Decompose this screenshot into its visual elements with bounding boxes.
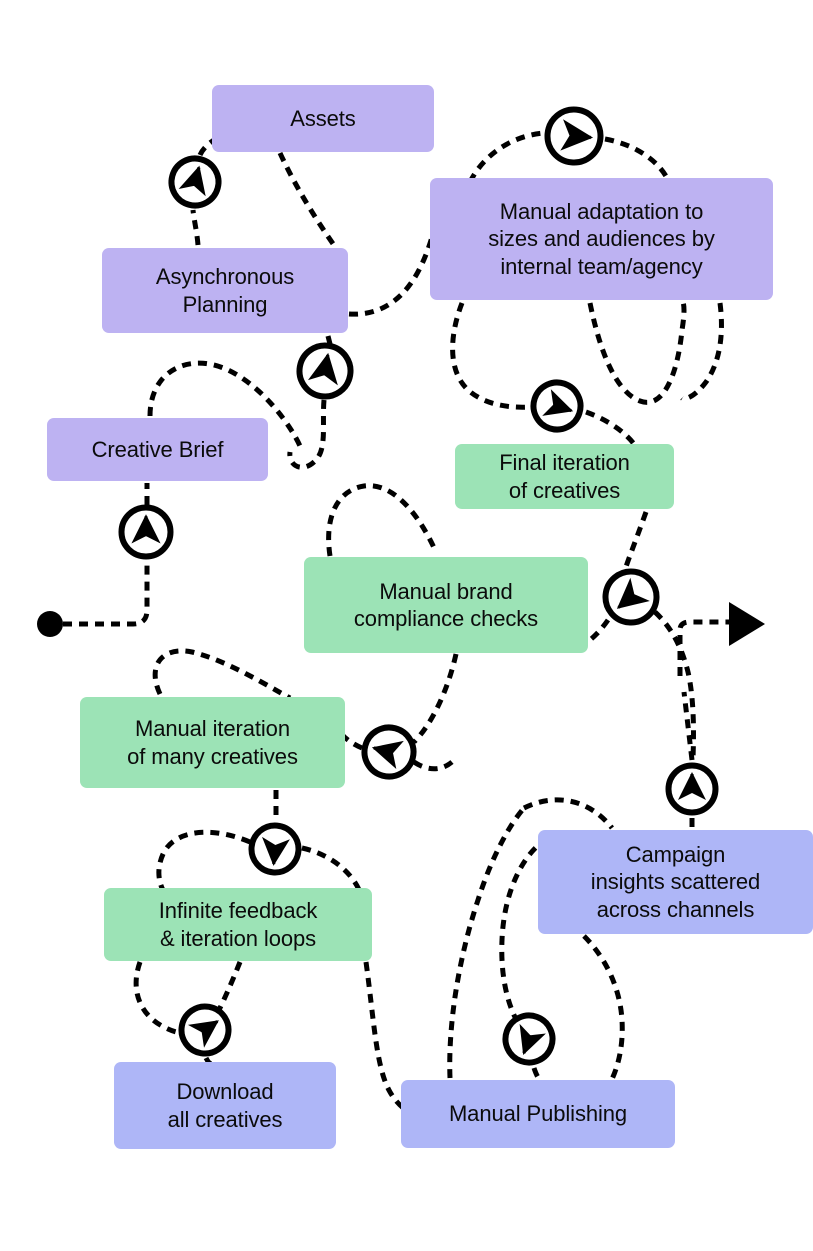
node-label: Asynchronous Planning — [155, 264, 295, 317]
cursor-arrow-icon — [307, 352, 338, 386]
start-to-creative-brief — [63, 560, 150, 627]
marker-ring — [502, 1012, 556, 1066]
assets-to-async — [277, 151, 339, 250]
cursor-arrow-tail — [322, 354, 330, 376]
cursor-arrow-tail — [192, 167, 201, 187]
node-label: Creative Brief — [91, 436, 224, 462]
node-label: Assets — [290, 105, 356, 131]
cursor-arrow-icon — [560, 119, 594, 151]
node-creative-brief[interactable]: Creative Brief — [47, 418, 268, 481]
feedback-left-down-loop — [133, 961, 193, 1036]
node-label: Download all creatives — [167, 1079, 283, 1132]
marker8-up-to-m6 — [681, 691, 695, 761]
adaptation-down-left — [450, 302, 531, 410]
marker-ring — [602, 568, 660, 626]
marker-ring — [665, 762, 719, 816]
cursor-arrow-icon — [187, 1020, 219, 1048]
cursor-arrow-icon — [131, 514, 161, 544]
adaptation-top-right-curve — [604, 136, 671, 182]
node-asynchronous-planning[interactable]: Asynchronous Planning — [102, 248, 348, 333]
cursor-arrow-icon — [371, 740, 404, 770]
flow-marker-to-assets — [168, 155, 222, 209]
diagram-canvas: Assets Manual adaptation to sizes and aud… — [0, 0, 813, 1251]
marker-ring — [178, 1003, 232, 1057]
exit-arrow-line — [677, 619, 745, 676]
flow-marker-to-manual-publishing — [502, 1012, 556, 1066]
flow-marker-to-manual-iteration — [361, 724, 417, 780]
node-manual-adaptation[interactable]: Manual adaptation to sizes and audiences… — [430, 178, 773, 300]
marker4-to-final — [585, 409, 636, 446]
node-label: Infinite feedback & iteration loops — [158, 898, 318, 951]
flow-marker-to-manual-adaptation — [544, 106, 604, 166]
node-final-iteration[interactable]: Final iteration of creatives — [455, 444, 674, 509]
node-label: Final iteration of creatives — [499, 450, 630, 503]
flow-marker-to-final-iteration — [530, 379, 584, 433]
flow-marker-to-infinite-feedback — [248, 822, 302, 876]
manual-iteration-left-loop — [152, 648, 292, 701]
cursor-arrow-tail — [272, 844, 277, 865]
node-label: Manual Publishing — [448, 1101, 628, 1127]
flow-marker-to-download — [178, 1003, 232, 1057]
cursor-arrow-icon — [519, 1023, 546, 1055]
cursor-arrow-tail — [552, 403, 572, 413]
cursor-arrow-tail — [617, 592, 636, 609]
start-dot — [37, 611, 63, 637]
marker-ring — [296, 342, 354, 400]
cursor-arrow-icon — [542, 389, 574, 416]
async-right-to-adaptation — [348, 195, 443, 317]
flow-marker-from-final-iteration — [602, 568, 660, 626]
feedback-right-down — [215, 961, 243, 1014]
publishing-left-up-arc — [447, 806, 526, 1079]
node-download-all-creatives[interactable]: Download all creatives — [114, 1062, 336, 1149]
adaptation-mid-loop — [587, 301, 687, 405]
end-arrowhead — [729, 602, 765, 646]
final-to-marker6 — [622, 511, 649, 571]
cursor-arrow-tail — [569, 134, 591, 140]
brand-to-marker7 — [412, 653, 459, 744]
node-manual-brand-compliance[interactable]: Manual brand compliance checks — [304, 557, 588, 653]
adaptation-top-left-curve — [467, 130, 545, 184]
marker6-to-right-exit — [653, 610, 696, 759]
node-label: Manual adaptation to sizes and audiences… — [488, 198, 715, 279]
marker-ring — [544, 106, 604, 166]
cursor-arrow-tail — [373, 746, 394, 755]
marker-ring — [248, 822, 302, 876]
node-label: Manual iteration of many creatives — [127, 716, 298, 769]
node-manual-iteration[interactable]: Manual iteration of many creatives — [80, 697, 345, 788]
marker-ring — [168, 155, 222, 209]
flow-marker-to-creative-brief — [118, 504, 174, 560]
marker-ring — [361, 724, 417, 780]
marker7-right-tail — [412, 759, 454, 772]
async-to-marker3 — [325, 335, 333, 345]
campaign-insights-down-right-arc — [582, 934, 625, 1092]
cursor-arrow-icon — [178, 165, 206, 197]
cursor-arrow-tail — [200, 1020, 219, 1034]
adaptation-right-down-loop — [680, 302, 724, 402]
node-manual-publishing[interactable]: Manual Publishing — [401, 1080, 675, 1148]
node-infinite-feedback[interactable]: Infinite feedback & iteration loops — [104, 888, 372, 961]
cursor-arrow-icon — [262, 836, 290, 866]
flow-marker-to-asynchronous-planning — [296, 342, 354, 400]
marker11-to-publishing — [531, 1067, 542, 1082]
marker9-right-loop — [301, 845, 363, 894]
publishing-top-arc — [522, 797, 614, 830]
flow-marker-to-campaign-insights — [665, 762, 719, 816]
node-label: Manual brand compliance checks — [353, 578, 539, 632]
marker3-down-loop — [287, 399, 327, 470]
cursor-arrow-icon — [616, 577, 650, 609]
node-campaign-insights[interactable]: Campaign insights scattered across chann… — [538, 830, 813, 934]
node-assets[interactable]: Assets — [212, 85, 434, 152]
marker-ring — [118, 504, 174, 560]
cursor-arrow-tail — [522, 1034, 532, 1054]
cursor-arrow-icon — [678, 772, 706, 800]
node-label: Campaign insights scattered across chann… — [590, 841, 761, 922]
marker-ring — [530, 379, 584, 433]
async-to-marker1 — [190, 209, 201, 246]
brand-compliance-left-loop — [326, 483, 439, 557]
